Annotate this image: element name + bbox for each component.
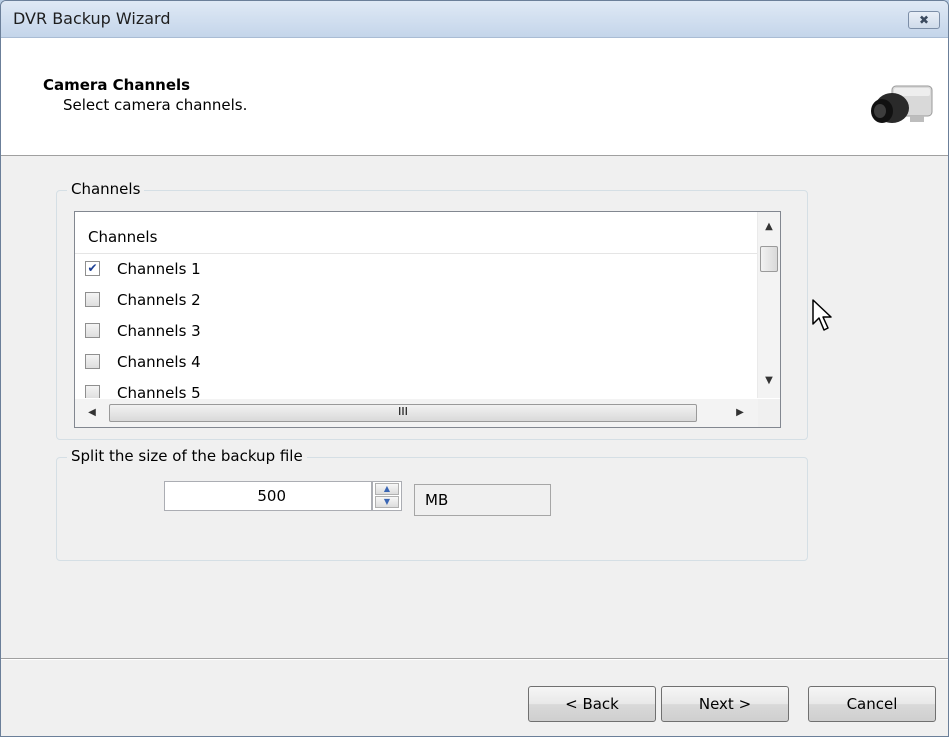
list-item[interactable]: Channels 3 [75,316,759,347]
title-bar[interactable]: DVR Backup Wizard ✖ [1,1,948,38]
scroll-right-icon[interactable]: ▶ [731,404,749,422]
horizontal-scroll-thumb[interactable]: III [109,404,697,422]
channels-items: ✔ Channels 1 Channels 2 Channels 3 Chann… [75,254,759,398]
scroll-down-icon[interactable]: ▼ [760,372,778,390]
wizard-window: DVR Backup Wizard ✖ Camera Channels Sele… [0,0,949,737]
scroll-left-icon[interactable]: ◀ [83,404,101,422]
vertical-scroll-thumb[interactable] [760,246,778,272]
split-size-input[interactable]: 500 [164,481,372,511]
camera-icon [871,85,933,123]
size-unit-label: MB [414,484,551,516]
channels-list[interactable]: Channels ✔ Channels 1 Channels 2 Channel… [74,211,781,428]
list-item[interactable]: Channels 4 [75,347,759,378]
cancel-button[interactable]: Cancel [808,686,936,722]
scroll-corner [758,399,780,427]
channel-label: Channels 5 [117,384,201,398]
vertical-scrollbar[interactable]: ▲ ▼ [757,212,780,398]
scroll-grip-icon: III [398,405,408,418]
split-size-group-label: Split the size of the backup file [67,447,307,465]
scroll-up-icon[interactable]: ▲ [760,218,778,236]
spin-down-icon[interactable]: ▼ [375,496,399,508]
channel-3-checkbox[interactable] [85,323,100,338]
split-size-stepper[interactable]: ▲ ▼ [372,481,402,511]
channel-2-checkbox[interactable] [85,292,100,307]
channels-group-label: Channels [67,180,145,198]
close-button[interactable]: ✖ [908,11,940,29]
list-column-header-label: Channels [88,228,158,246]
close-icon: ✖ [918,13,930,27]
channel-label: Channels 4 [117,353,201,371]
channel-label: Channels 1 [117,260,201,278]
channel-1-checkbox[interactable]: ✔ [85,261,100,276]
channel-label: Channels 3 [117,322,201,340]
spin-up-icon[interactable]: ▲ [375,483,399,495]
page-title: Camera Channels [43,76,191,94]
list-item[interactable]: Channels 5 [75,378,759,398]
channel-5-checkbox[interactable] [85,385,100,398]
back-button[interactable]: < Back [528,686,656,722]
window-title: DVR Backup Wizard [13,9,171,28]
channel-label: Channels 2 [117,291,201,309]
channel-4-checkbox[interactable] [85,354,100,369]
wizard-header: Camera Channels Select camera channels. [1,38,948,156]
mouse-cursor-icon [812,299,832,331]
footer-divider [1,658,948,660]
list-item[interactable]: Channels 2 [75,285,759,316]
page-subtitle: Select camera channels. [63,96,248,114]
list-item[interactable]: ✔ Channels 1 [75,254,759,285]
next-button[interactable]: Next > [661,686,789,722]
horizontal-scrollbar[interactable]: ◀ III ▶ [75,399,759,427]
list-column-header[interactable]: Channels [75,212,759,254]
